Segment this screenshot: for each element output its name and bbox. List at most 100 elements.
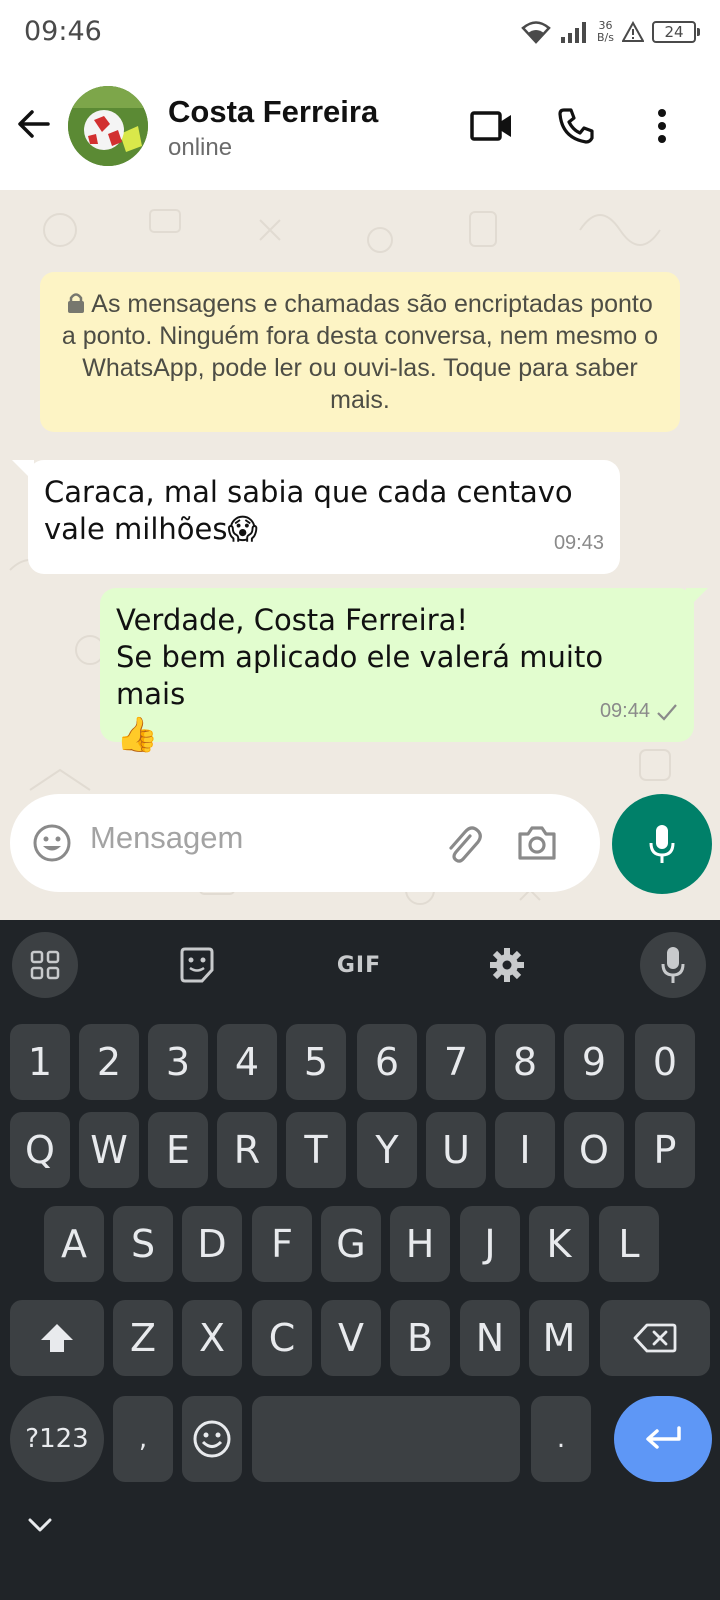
keyboard-settings-button[interactable] [474,932,540,998]
back-arrow-icon[interactable] [14,104,54,144]
sticker-button[interactable] [164,932,230,998]
key-2[interactable]: 2 [79,1024,139,1100]
sent-check-icon [657,703,677,721]
camera-icon[interactable] [516,824,558,862]
net-speed: 36 B/s [597,20,614,44]
key-q[interactable]: Q [10,1112,70,1188]
backspace-key[interactable] [600,1300,710,1376]
more-options-button[interactable] [640,104,684,148]
key-z[interactable]: Z [113,1300,173,1376]
key-s[interactable]: S [113,1206,173,1282]
message-line: Se bem aplicado ele valerá muito mais [116,640,604,711]
mic-icon [661,947,685,983]
mic-icon [649,825,675,863]
key-w[interactable]: W [79,1112,139,1188]
key-t[interactable]: T [286,1112,346,1188]
message-timestamp: 09:44 [599,700,650,722]
key-8[interactable]: 8 [495,1024,555,1100]
key-l[interactable]: L [599,1206,659,1282]
key-r[interactable]: R [217,1112,277,1188]
keyboard-toolbar: GIF [0,920,720,1008]
message-input[interactable]: Mensagem [90,820,243,856]
voice-input-button[interactable] [640,932,706,998]
message-time: 09:44 [600,693,678,730]
enter-key[interactable] [614,1396,712,1482]
key-0[interactable]: 0 [635,1024,695,1100]
key-6[interactable]: 6 [357,1024,417,1100]
enter-icon [646,1426,681,1449]
key-1[interactable]: 1 [10,1024,70,1100]
sticker-icon [180,947,214,983]
message-incoming[interactable]: Caraca, mal sabia que cada centavo vale … [28,460,620,574]
on-screen-keyboard: GIF 1 2 3 4 5 6 7 8 9 0 Q W E R T Y U I … [0,920,720,1600]
key-3[interactable]: 3 [148,1024,208,1100]
chat-header: Costa Ferreira online [0,66,720,190]
key-n[interactable]: N [460,1300,520,1376]
period-key[interactable]: . [531,1396,591,1482]
message-input-bar[interactable]: Mensagem [10,794,600,892]
apps-grid-button[interactable] [12,932,78,998]
alert-icon [622,21,644,42]
message-line: Caraca, mal sabia que cada centavo [44,475,573,509]
gif-button[interactable]: GIF [326,932,392,998]
shift-icon [41,1324,73,1352]
video-call-icon [470,111,511,141]
gear-icon [490,948,524,982]
key-c[interactable]: C [252,1300,312,1376]
key-u[interactable]: U [426,1112,486,1188]
comma-key[interactable]: , [113,1396,173,1482]
contact-name[interactable]: Costa Ferreira [168,94,378,130]
voice-call-icon [558,108,594,144]
key-y[interactable]: Y [357,1112,417,1188]
thumbs-up-emoji: 👍 [116,715,159,755]
hide-keyboard-icon[interactable] [22,1508,58,1544]
message-time: 09:43 [554,525,604,562]
key-h[interactable]: H [390,1206,450,1282]
key-a[interactable]: A [44,1206,104,1282]
key-9[interactable]: 9 [564,1024,624,1100]
key-f[interactable]: F [252,1206,312,1282]
key-g[interactable]: G [321,1206,381,1282]
message-line: vale milhões😱 [44,512,258,546]
key-m[interactable]: M [529,1300,589,1376]
key-d[interactable]: D [182,1206,242,1282]
emoji-key[interactable] [182,1396,242,1482]
battery-icon: 24 [652,21,700,43]
key-j[interactable]: J [460,1206,520,1282]
emoji-icon[interactable] [32,823,72,863]
message-timestamp: 09:43 [553,532,604,554]
key-x[interactable]: X [182,1300,242,1376]
status-bar: 09:46 36 B/s 24 [0,0,720,66]
message-line: Verdade, Costa Ferreira! [116,603,469,637]
key-b[interactable]: B [390,1300,450,1376]
space-key[interactable] [252,1396,520,1482]
message-outgoing[interactable]: Verdade, Costa Ferreira! Se bem aplicado… [100,588,694,755]
key-v[interactable]: V [321,1300,381,1376]
key-o[interactable]: O [564,1112,624,1188]
shift-key[interactable] [10,1300,104,1376]
status-icons: 36 B/s 24 [521,14,700,50]
encryption-notice[interactable]: As mensagens e chamadas são encriptadas … [40,272,680,432]
emoji-icon [193,1420,231,1458]
key-k[interactable]: K [529,1206,589,1282]
encryption-notice-text: As mensagens e chamadas são encriptadas … [61,290,659,414]
attach-icon[interactable] [440,822,484,866]
key-5[interactable]: 5 [286,1024,346,1100]
chat-area[interactable]: As mensagens e chamadas são encriptadas … [0,190,720,920]
symbols-key[interactable]: ?123 [10,1396,104,1482]
lock-icon [68,293,85,313]
voice-message-button[interactable] [612,794,712,894]
key-p[interactable]: P [635,1112,695,1188]
key-7[interactable]: 7 [426,1024,486,1100]
key-e[interactable]: E [148,1112,208,1188]
status-time: 09:46 [24,16,102,47]
wifi-icon [521,21,551,44]
avatar[interactable] [68,86,148,166]
contact-status: online [168,134,233,161]
apps-grid-icon [30,950,60,980]
signal-icon [561,22,587,43]
voice-call-button[interactable] [554,104,598,148]
key-4[interactable]: 4 [217,1024,277,1100]
video-call-button[interactable] [470,104,514,148]
key-i[interactable]: I [495,1112,555,1188]
